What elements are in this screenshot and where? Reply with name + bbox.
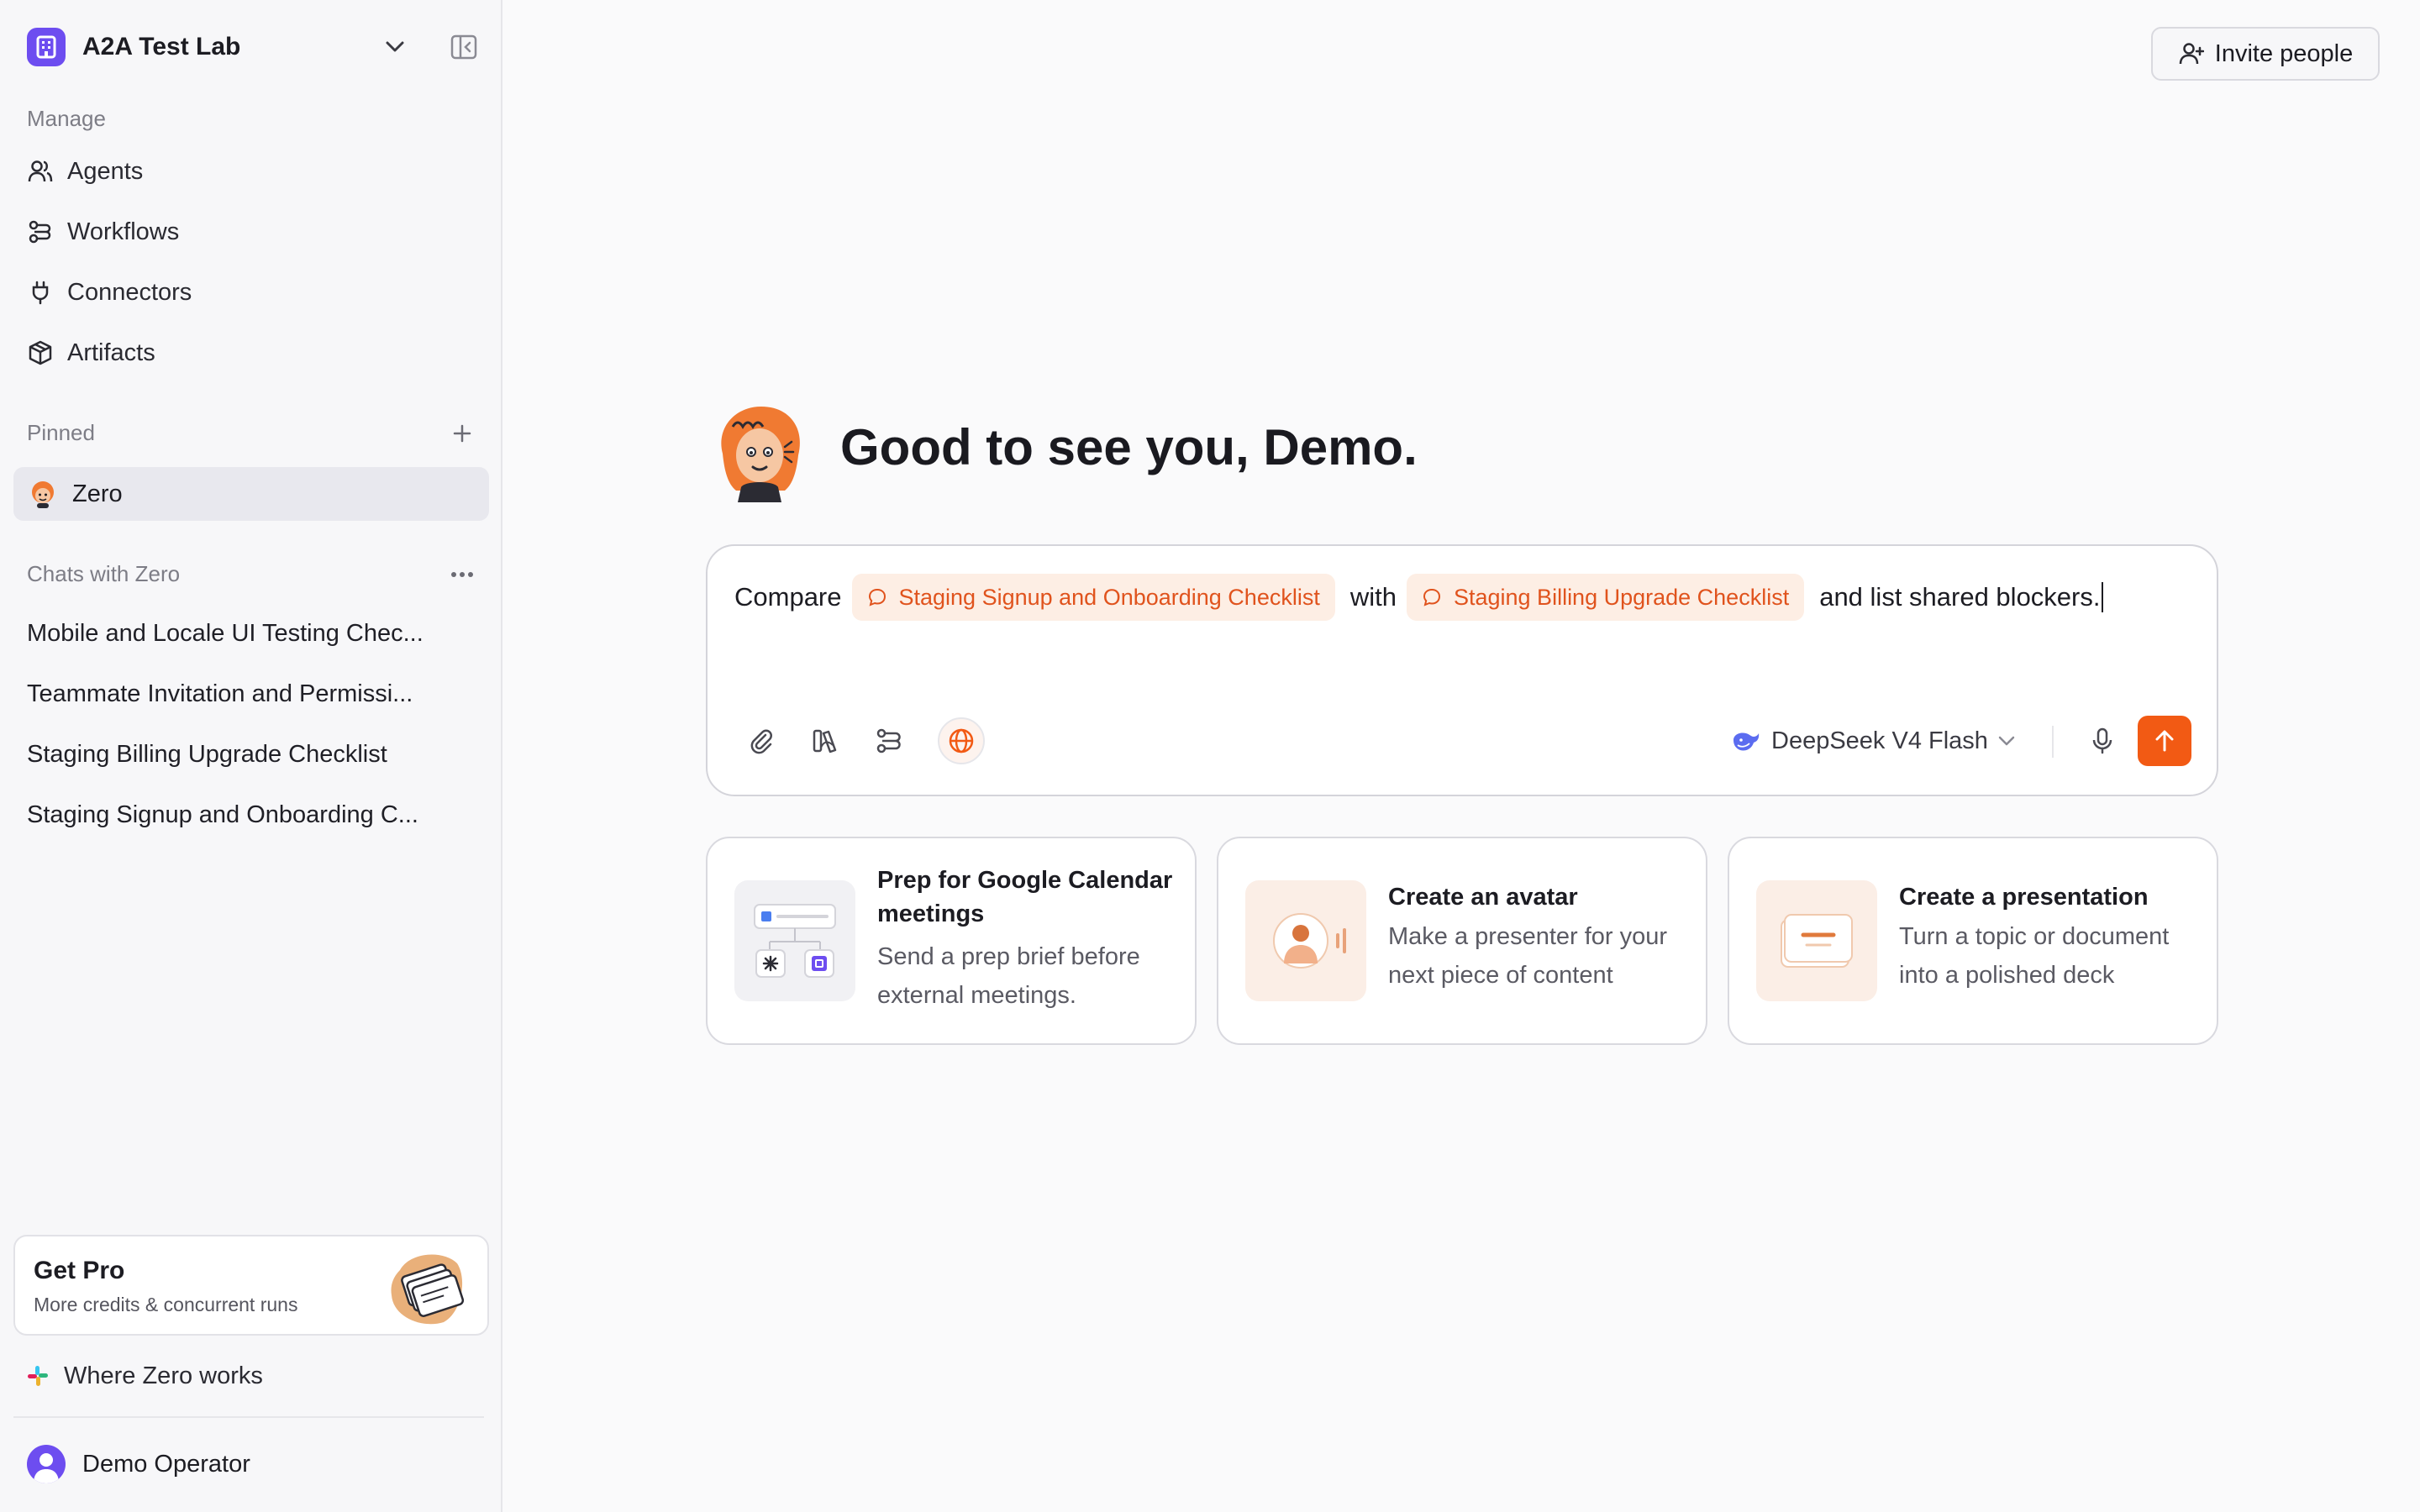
- slides-illustration: [1756, 880, 1877, 1001]
- toolbar-separator: [2052, 726, 2054, 758]
- chat-reference-chip[interactable]: Staging Billing Upgrade Checklist: [1406, 574, 1805, 621]
- stacked-cards-illustration: [385, 1245, 469, 1329]
- prompt-input[interactable]: Compare Staging Signup and Onboarding Ch…: [734, 573, 2104, 622]
- nav-item-label: Artifacts: [67, 339, 155, 366]
- globe-icon[interactable]: [938, 717, 985, 764]
- workflow-icon: [27, 218, 54, 245]
- nav-item-artifacts[interactable]: Artifacts: [27, 331, 481, 375]
- chevron-down-icon[interactable]: [381, 34, 408, 60]
- card-description: Send a prep brief before external meetin…: [877, 943, 1140, 1009]
- card-title: Prep for Google Calendar meetings: [877, 867, 1173, 927]
- prompt-text: Compare: [734, 582, 842, 612]
- zero-mascot-avatar: [714, 403, 807, 504]
- add-pinned-button[interactable]: [445, 417, 479, 450]
- where-zero-works-link[interactable]: Where Zero works: [25, 1359, 263, 1393]
- pinned-item-zero[interactable]: Zero: [13, 467, 489, 521]
- user-avatar: [27, 1445, 66, 1483]
- paperclip-icon[interactable]: [739, 719, 783, 763]
- prompt-text: with: [1349, 582, 1397, 612]
- sidebar-divider: [13, 1416, 484, 1418]
- library-icon[interactable]: [803, 719, 847, 763]
- suggestion-card-presentation[interactable]: Create a presentation Turn a topic or do…: [1728, 837, 2218, 1045]
- calendar-flow-illustration: [734, 880, 855, 1001]
- chat-item[interactable]: Mobile and Locale UI Testing Chec...: [27, 620, 447, 648]
- sidebar-collapse-icon[interactable]: [447, 30, 481, 64]
- chat-bubble-icon: [867, 586, 889, 608]
- suggestion-card-calendar-prep[interactable]: Prep for Google Calendar meetings Send a…: [706, 837, 1197, 1045]
- invite-people-label: Invite people: [2214, 39, 2354, 67]
- card-description: Turn a topic or document into a polished…: [1899, 923, 2170, 989]
- suggestion-card-avatar[interactable]: Create an avatar Make a presenter for yo…: [1217, 837, 1707, 1045]
- nav-item-label: Connectors: [67, 278, 192, 306]
- chat-bubble-icon: [1422, 586, 1444, 608]
- chat-item[interactable]: Staging Billing Upgrade Checklist: [27, 741, 447, 769]
- nav-item-label: Workflows: [67, 218, 180, 245]
- chat-reference-chip[interactable]: Staging Signup and Onboarding Checklist: [851, 574, 1335, 621]
- prompt-composer[interactable]: Compare Staging Signup and Onboarding Ch…: [706, 544, 2218, 796]
- nav-item-label: Agents: [67, 157, 144, 185]
- model-name: DeepSeek V4 Flash: [1771, 727, 1988, 754]
- user-name: Demo Operator: [82, 1450, 250, 1478]
- arrow-up-icon: [2155, 730, 2174, 752]
- chat-item[interactable]: Staging Signup and Onboarding C...: [27, 801, 447, 829]
- zero-avatar-icon: [29, 480, 57, 508]
- user-menu[interactable]: Demo Operator: [27, 1443, 250, 1485]
- chip-label: Staging Signup and Onboarding Checklist: [898, 584, 1320, 610]
- chevron-down-icon: [1998, 731, 2018, 751]
- nav-item-agents[interactable]: Agents: [27, 150, 481, 193]
- pinned-section-label: Pinned: [27, 420, 95, 445]
- get-pro-title: Get Pro: [34, 1257, 125, 1284]
- text-caret: [2102, 582, 2104, 612]
- chats-more-button[interactable]: [445, 558, 479, 591]
- greeting-heading: Good to see you, Demo.: [840, 419, 1418, 475]
- chats-section-label: Chats with Zero: [27, 561, 181, 586]
- workspace-switcher[interactable]: A2A Test Lab: [27, 27, 477, 67]
- card-title: Create an avatar: [1388, 884, 1578, 911]
- chip-label: Staging Billing Upgrade Checklist: [1453, 584, 1790, 610]
- workflow-icon[interactable]: [867, 719, 911, 763]
- send-button[interactable]: [2138, 716, 2191, 766]
- sidebar: A2A Test Lab Manage Agents Workflows Con…: [0, 0, 502, 1512]
- get-pro-subtitle: More credits & concurrent runs: [34, 1294, 298, 1315]
- deepseek-whale-icon: [1731, 726, 1761, 756]
- get-pro-card[interactable]: Get Pro More credits & concurrent runs: [13, 1235, 489, 1336]
- prompt-text: and list shared blockers.: [1819, 582, 2101, 612]
- nav-item-workflows[interactable]: Workflows: [27, 210, 481, 254]
- presenter-avatar-illustration: [1245, 880, 1366, 1001]
- where-zero-works-label: Where Zero works: [64, 1362, 263, 1389]
- workspace-name: A2A Test Lab: [82, 33, 241, 60]
- model-selector[interactable]: DeepSeek V4 Flash: [1731, 719, 2018, 763]
- user-plus-icon: [2178, 40, 2205, 67]
- package-icon: [27, 339, 54, 366]
- users-icon: [27, 158, 54, 185]
- microphone-icon[interactable]: [2081, 719, 2124, 763]
- invite-people-button[interactable]: Invite people: [2151, 27, 2380, 81]
- card-description: Make a presenter for your next piece of …: [1388, 923, 1668, 989]
- slack-icon: [25, 1363, 50, 1389]
- manage-section-label: Manage: [27, 106, 106, 131]
- nav-item-connectors[interactable]: Connectors: [27, 270, 481, 314]
- plug-icon: [27, 279, 54, 306]
- pinned-item-label: Zero: [72, 480, 123, 507]
- chat-item[interactable]: Teammate Invitation and Permissi...: [27, 680, 447, 708]
- card-title: Create a presentation: [1899, 884, 2149, 911]
- building-icon: [27, 28, 66, 66]
